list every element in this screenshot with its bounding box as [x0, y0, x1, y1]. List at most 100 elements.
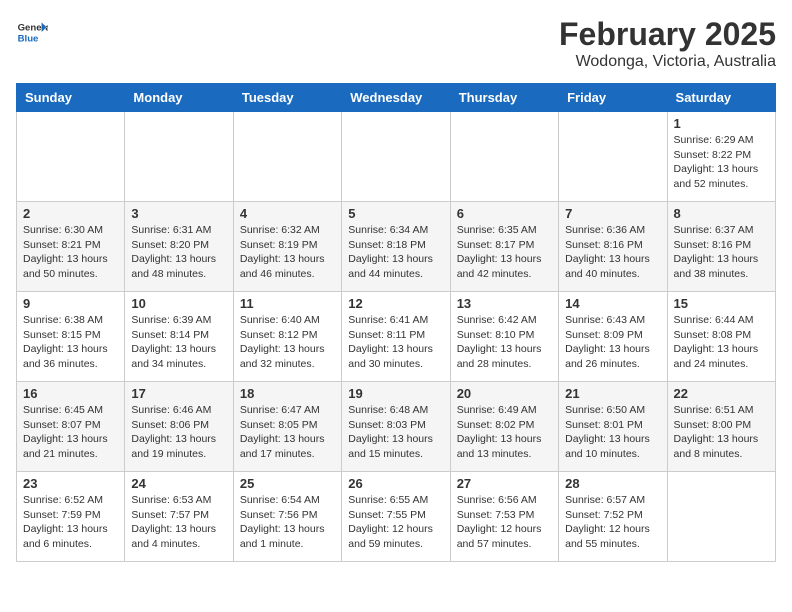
day-cell: 19 Sunrise: 6:48 AM Sunset: 8:03 PM Dayli…: [342, 382, 450, 472]
day-number: 3: [131, 206, 226, 221]
day-cell: 25Sunrise: 6:54 AM Sunset: 7:56 PM Dayli…: [233, 472, 341, 562]
day-number: 24: [131, 476, 226, 491]
day-info: Sunrise: 6:49 AM Sunset: 8:02 PM Dayligh…: [457, 403, 552, 462]
day-info: Sunrise: 6:48 AM Sunset: 8:03 PM Dayligh…: [348, 403, 443, 462]
main-title: February 2025: [559, 16, 776, 53]
day-number: 6: [457, 206, 552, 221]
day-number: 15: [674, 296, 769, 311]
day-cell: 6 Sunrise: 6:35 AM Sunset: 8:17 PM Daylig…: [450, 202, 558, 292]
day-number: 18: [240, 386, 335, 401]
day-number: 1: [674, 116, 769, 131]
weekday-header-sunday: Sunday: [17, 84, 125, 112]
day-cell: 9 Sunrise: 6:38 AM Sunset: 8:15 PM Daylig…: [17, 292, 125, 382]
day-cell: 7 Sunrise: 6:36 AM Sunset: 8:16 PM Daylig…: [559, 202, 667, 292]
day-cell: 14 Sunrise: 6:43 AM Sunset: 8:09 PM Dayli…: [559, 292, 667, 382]
day-cell: 27 Sunrise: 6:56 AM Sunset: 7:53 PM Dayli…: [450, 472, 558, 562]
day-cell: 18 Sunrise: 6:47 AM Sunset: 8:05 PM Dayli…: [233, 382, 341, 472]
day-info: Sunrise: 6:45 AM Sunset: 8:07 PM Dayligh…: [23, 403, 118, 462]
day-number: 10: [131, 296, 226, 311]
day-info: Sunrise: 6:35 AM Sunset: 8:17 PM Dayligh…: [457, 223, 552, 282]
day-cell: 17 Sunrise: 6:46 AM Sunset: 8:06 PM Dayli…: [125, 382, 233, 472]
day-info: Sunrise: 6:37 AM Sunset: 8:16 PM Dayligh…: [674, 223, 769, 282]
weekday-header-tuesday: Tuesday: [233, 84, 341, 112]
day-number: 27: [457, 476, 552, 491]
weekday-header-wednesday: Wednesday: [342, 84, 450, 112]
day-number: 5: [348, 206, 443, 221]
day-cell: 1 Sunrise: 6:29 AM Sunset: 8:22 PM Daylig…: [667, 112, 775, 202]
weekday-header-row: SundayMondayTuesdayWednesdayThursdayFrid…: [17, 84, 776, 112]
day-cell: [233, 112, 341, 202]
day-cell: 15Sunrise: 6:44 AM Sunset: 8:08 PM Dayli…: [667, 292, 775, 382]
day-info: Sunrise: 6:39 AM Sunset: 8:14 PM Dayligh…: [131, 313, 226, 372]
day-cell: 21 Sunrise: 6:50 AM Sunset: 8:01 PM Dayli…: [559, 382, 667, 472]
day-cell: 12 Sunrise: 6:41 AM Sunset: 8:11 PM Dayli…: [342, 292, 450, 382]
day-cell: [342, 112, 450, 202]
day-number: 11: [240, 296, 335, 311]
day-number: 12: [348, 296, 443, 311]
day-cell: 23 Sunrise: 6:52 AM Sunset: 7:59 PM Dayli…: [17, 472, 125, 562]
day-cell: 10 Sunrise: 6:39 AM Sunset: 8:14 PM Dayli…: [125, 292, 233, 382]
day-cell: [17, 112, 125, 202]
week-row-5: 23 Sunrise: 6:52 AM Sunset: 7:59 PM Dayli…: [17, 472, 776, 562]
day-cell: 2 Sunrise: 6:30 AM Sunset: 8:21 PM Daylig…: [17, 202, 125, 292]
day-number: 19: [348, 386, 443, 401]
day-info: Sunrise: 6:56 AM Sunset: 7:53 PM Dayligh…: [457, 493, 552, 552]
day-info: Sunrise: 6:50 AM Sunset: 8:01 PM Dayligh…: [565, 403, 660, 462]
day-info: Sunrise: 6:36 AM Sunset: 8:16 PM Dayligh…: [565, 223, 660, 282]
day-number: 9: [23, 296, 118, 311]
day-info: Sunrise: 6:30 AM Sunset: 8:21 PM Dayligh…: [23, 223, 118, 282]
week-row-3: 9 Sunrise: 6:38 AM Sunset: 8:15 PM Daylig…: [17, 292, 776, 382]
day-cell: 28 Sunrise: 6:57 AM Sunset: 7:52 PM Dayli…: [559, 472, 667, 562]
day-info: Sunrise: 6:54 AM Sunset: 7:56 PM Dayligh…: [240, 493, 335, 552]
weekday-header-monday: Monday: [125, 84, 233, 112]
day-cell: [559, 112, 667, 202]
day-cell: 26Sunrise: 6:55 AM Sunset: 7:55 PM Dayli…: [342, 472, 450, 562]
day-info: Sunrise: 6:42 AM Sunset: 8:10 PM Dayligh…: [457, 313, 552, 372]
weekday-header-saturday: Saturday: [667, 84, 775, 112]
day-cell: 16Sunrise: 6:45 AM Sunset: 8:07 PM Dayli…: [17, 382, 125, 472]
week-row-4: 16Sunrise: 6:45 AM Sunset: 8:07 PM Dayli…: [17, 382, 776, 472]
day-number: 8: [674, 206, 769, 221]
day-info: Sunrise: 6:47 AM Sunset: 8:05 PM Dayligh…: [240, 403, 335, 462]
day-info: Sunrise: 6:43 AM Sunset: 8:09 PM Dayligh…: [565, 313, 660, 372]
day-cell: 5 Sunrise: 6:34 AM Sunset: 8:18 PM Daylig…: [342, 202, 450, 292]
day-number: 7: [565, 206, 660, 221]
day-cell: [125, 112, 233, 202]
day-number: 21: [565, 386, 660, 401]
week-row-1: 1 Sunrise: 6:29 AM Sunset: 8:22 PM Daylig…: [17, 112, 776, 202]
day-cell: [450, 112, 558, 202]
logo-icon: General Blue: [16, 16, 48, 48]
day-cell: 4Sunrise: 6:32 AM Sunset: 8:19 PM Daylig…: [233, 202, 341, 292]
day-cell: 22 Sunrise: 6:51 AM Sunset: 8:00 PM Dayli…: [667, 382, 775, 472]
day-info: Sunrise: 6:32 AM Sunset: 8:19 PM Dayligh…: [240, 223, 335, 282]
day-info: Sunrise: 6:53 AM Sunset: 7:57 PM Dayligh…: [131, 493, 226, 552]
day-info: Sunrise: 6:46 AM Sunset: 8:06 PM Dayligh…: [131, 403, 226, 462]
subtitle: Wodonga, Victoria, Australia: [559, 53, 776, 71]
day-number: 22: [674, 386, 769, 401]
weekday-header-thursday: Thursday: [450, 84, 558, 112]
day-cell: 24 Sunrise: 6:53 AM Sunset: 7:57 PM Dayli…: [125, 472, 233, 562]
day-info: Sunrise: 6:41 AM Sunset: 8:11 PM Dayligh…: [348, 313, 443, 372]
day-cell: 11Sunrise: 6:40 AM Sunset: 8:12 PM Dayli…: [233, 292, 341, 382]
day-info: Sunrise: 6:52 AM Sunset: 7:59 PM Dayligh…: [23, 493, 118, 552]
day-cell: 13 Sunrise: 6:42 AM Sunset: 8:10 PM Dayli…: [450, 292, 558, 382]
day-number: 13: [457, 296, 552, 311]
day-info: Sunrise: 6:51 AM Sunset: 8:00 PM Dayligh…: [674, 403, 769, 462]
day-number: 23: [23, 476, 118, 491]
day-cell: 3 Sunrise: 6:31 AM Sunset: 8:20 PM Daylig…: [125, 202, 233, 292]
title-area: February 2025 Wodonga, Victoria, Austral…: [559, 16, 776, 71]
day-info: Sunrise: 6:29 AM Sunset: 8:22 PM Dayligh…: [674, 133, 769, 192]
day-info: Sunrise: 6:57 AM Sunset: 7:52 PM Dayligh…: [565, 493, 660, 552]
day-number: 28: [565, 476, 660, 491]
day-cell: 20 Sunrise: 6:49 AM Sunset: 8:02 PM Dayli…: [450, 382, 558, 472]
day-info: Sunrise: 6:34 AM Sunset: 8:18 PM Dayligh…: [348, 223, 443, 282]
day-number: 17: [131, 386, 226, 401]
week-row-2: 2 Sunrise: 6:30 AM Sunset: 8:21 PM Daylig…: [17, 202, 776, 292]
day-number: 14: [565, 296, 660, 311]
day-info: Sunrise: 6:31 AM Sunset: 8:20 PM Dayligh…: [131, 223, 226, 282]
day-number: 20: [457, 386, 552, 401]
day-number: 2: [23, 206, 118, 221]
svg-text:Blue: Blue: [18, 34, 39, 45]
day-info: Sunrise: 6:38 AM Sunset: 8:15 PM Dayligh…: [23, 313, 118, 372]
weekday-header-friday: Friday: [559, 84, 667, 112]
